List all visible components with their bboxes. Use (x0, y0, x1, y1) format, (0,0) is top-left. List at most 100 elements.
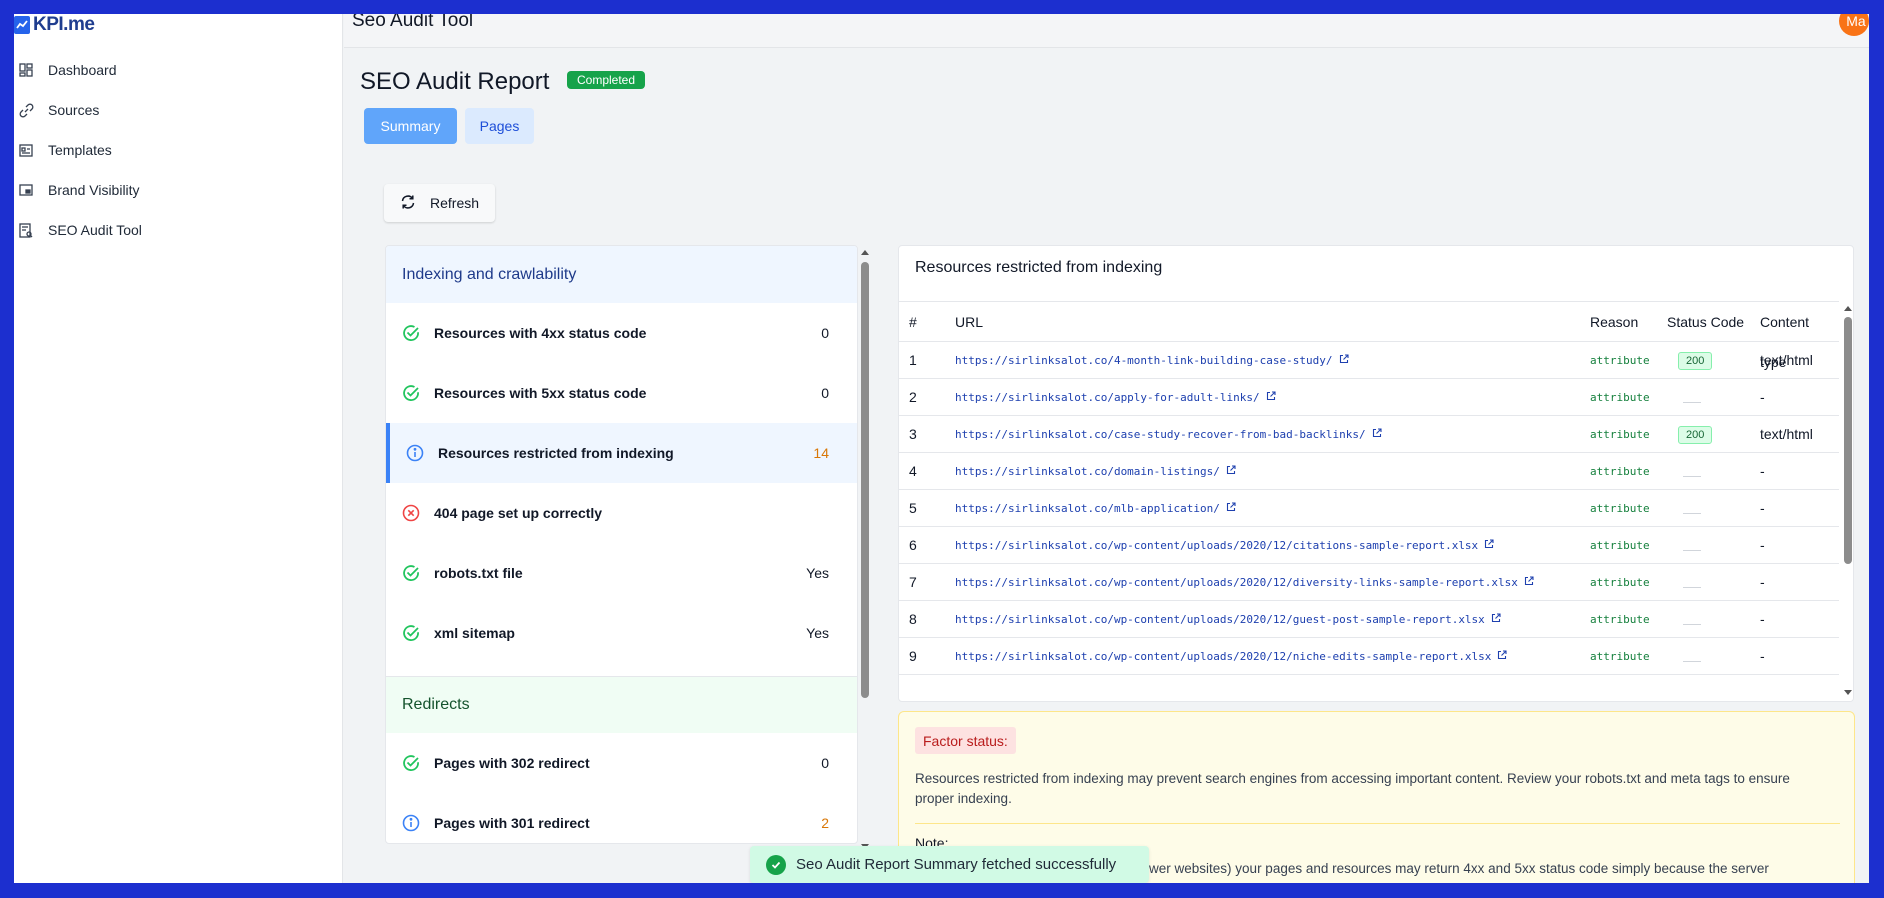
info-circle-icon (406, 444, 424, 462)
sidebar-item-dashboard[interactable]: Dashboard (18, 55, 117, 85)
sidebar-item-sources[interactable]: Sources (18, 95, 99, 125)
table-row[interactable]: 2 https://sirlinksalot.co/apply-for-adult… (899, 379, 1839, 416)
url-text: https://sirlinksalot.co/domain-listings/ (955, 465, 1220, 478)
factor-row-robots-txt[interactable]: robots.txt file Yes (386, 543, 857, 603)
logo[interactable]: KPI.me (14, 14, 95, 36)
content-type: - (1760, 611, 1765, 627)
external-link-icon[interactable] (1372, 416, 1382, 453)
col-header-index: # (909, 314, 917, 330)
row-index: 2 (909, 389, 917, 405)
content-type: - (1760, 537, 1765, 553)
content-type: text/html (1760, 426, 1813, 442)
factor-row-5xx[interactable]: Resources with 5xx status code 0 (386, 363, 857, 423)
url-link[interactable]: https://sirlinksalot.co/apply-for-adult-… (955, 379, 1276, 416)
factor-row-4xx[interactable]: Resources with 4xx status code 0 (386, 303, 857, 363)
app-window: KPI.me Dashboard Sources Templates Brand… (14, 14, 1869, 883)
factor-row-302-redirect[interactable]: Pages with 302 redirect 0 (386, 733, 857, 793)
status-code-badge: 200 (1678, 426, 1713, 444)
sidebar-item-label: Templates (48, 142, 112, 158)
status-code-badge: 200 (1678, 352, 1713, 370)
factor-label: xml sitemap (434, 625, 515, 641)
row-index: 1 (909, 352, 917, 368)
factor-row-xml-sitemap[interactable]: xml sitemap Yes (386, 603, 857, 663)
factor-row-404-page[interactable]: 404 page set up correctly (386, 483, 857, 543)
success-toast[interactable]: Seo Audit Report Summary fetched success… (750, 846, 1149, 883)
table-row[interactable]: 6 https://sirlinksalot.co/wp-content/uplo… (899, 527, 1839, 564)
scrollbar-thumb[interactable] (861, 262, 869, 698)
group-header-redirects: Redirects (386, 676, 857, 733)
scrollbar-thumb[interactable] (1844, 317, 1852, 564)
logo-text: KPI.me (33, 14, 95, 35)
table-row[interactable]: 3 https://sirlinksalot.co/case-study-reco… (899, 416, 1839, 453)
external-link-icon[interactable] (1491, 601, 1501, 638)
external-link-icon[interactable] (1226, 490, 1236, 527)
reason: attribute (1590, 428, 1650, 441)
table-row[interactable]: 5 https://sirlinksalot.co/mlb-application… (899, 490, 1839, 527)
url-text: https://sirlinksalot.co/case-study-recov… (955, 428, 1366, 441)
factor-value: 0 (821, 755, 829, 771)
status-code-empty (1683, 402, 1701, 403)
sidebar-item-templates[interactable]: Templates (18, 135, 112, 165)
scroll-down-arrow[interactable] (1844, 690, 1852, 695)
check-circle-icon (402, 564, 420, 582)
reason: attribute (1590, 539, 1650, 552)
url-link[interactable]: https://sirlinksalot.co/4-month-link-bui… (955, 342, 1349, 379)
external-link-icon[interactable] (1524, 564, 1534, 601)
factor-value: Yes (806, 565, 829, 581)
row-index: 9 (909, 648, 917, 664)
check-circle-icon (402, 384, 420, 402)
factor-label: Resources with 4xx status code (434, 325, 647, 341)
sidebar-item-label: Sources (48, 102, 100, 118)
row-index: 7 (909, 574, 917, 590)
factor-value: 2 (821, 815, 829, 831)
table-row[interactable]: 9 https://sirlinksalot.co/wp-content/uplo… (899, 638, 1839, 675)
refresh-icon (400, 194, 416, 213)
sidebar-item-seo-audit-tool[interactable]: SEO Audit Tool (18, 215, 142, 245)
scroll-up-arrow[interactable] (861, 250, 869, 255)
factor-value: Yes (806, 625, 829, 641)
tab-summary[interactable]: Summary (364, 108, 457, 144)
sidebar: KPI.me Dashboard Sources Templates Brand… (14, 14, 343, 883)
logo-chart-icon (14, 16, 30, 34)
factors-scrollbar[interactable] (860, 245, 870, 855)
table-row[interactable]: 4 https://sirlinksalot.co/domain-listings… (899, 453, 1839, 490)
external-link-icon[interactable] (1339, 342, 1349, 379)
scroll-up-arrow[interactable] (1844, 306, 1852, 311)
factor-value: 0 (821, 385, 829, 401)
tab-pages[interactable]: Pages (465, 108, 534, 144)
external-link-icon[interactable] (1497, 638, 1507, 675)
url-link[interactable]: https://sirlinksalot.co/wp-content/uploa… (955, 527, 1494, 564)
url-text: https://sirlinksalot.co/wp-content/uploa… (955, 539, 1479, 552)
status-code-empty (1683, 624, 1701, 625)
table-row[interactable]: 8 https://sirlinksalot.co/wp-content/uplo… (899, 601, 1839, 638)
factor-row-restricted-indexing[interactable]: Resources restricted from indexing 14 (386, 423, 857, 483)
url-link[interactable]: https://sirlinksalot.co/wp-content/uploa… (955, 638, 1507, 675)
url-link[interactable]: https://sirlinksalot.co/wp-content/uploa… (955, 601, 1501, 638)
app-title: Seo Audit Tool (352, 14, 474, 31)
sidebar-item-brand-visibility[interactable]: Brand Visibility (18, 175, 140, 205)
status-badge: Completed (567, 71, 646, 89)
content-type: - (1760, 648, 1765, 664)
external-link-icon[interactable] (1484, 527, 1494, 564)
refresh-button[interactable]: Refresh (384, 184, 495, 222)
user-avatar[interactable]: Ma (1839, 14, 1869, 36)
row-index: 5 (909, 500, 917, 516)
url-link[interactable]: https://sirlinksalot.co/mlb-application/ (955, 490, 1236, 527)
factor-label: Pages with 302 redirect (434, 755, 590, 771)
col-header-status-code: Status Code (1667, 314, 1745, 330)
url-link[interactable]: https://sirlinksalot.co/domain-listings/ (955, 453, 1236, 490)
external-link-icon[interactable] (1226, 453, 1236, 490)
content-type: - (1760, 389, 1765, 405)
table-header: # URL Reason Status Code Content type (899, 301, 1839, 370)
table-scrollbar[interactable] (1843, 301, 1853, 701)
table-row[interactable]: 7 https://sirlinksalot.co/wp-content/uplo… (899, 564, 1839, 601)
url-link[interactable]: https://sirlinksalot.co/case-study-recov… (955, 416, 1382, 453)
details-title: Resources restricted from indexing (915, 259, 1163, 276)
external-link-icon[interactable] (1266, 379, 1276, 416)
status-code-empty (1683, 550, 1701, 551)
url-link[interactable]: https://sirlinksalot.co/wp-content/uploa… (955, 564, 1534, 601)
factor-row-301-redirect[interactable]: Pages with 301 redirect 2 (386, 793, 857, 843)
check-circle-icon (402, 754, 420, 772)
reason: attribute (1590, 391, 1650, 404)
table-row[interactable]: 1 https://sirlinksalot.co/4-month-link-bu… (899, 342, 1839, 379)
